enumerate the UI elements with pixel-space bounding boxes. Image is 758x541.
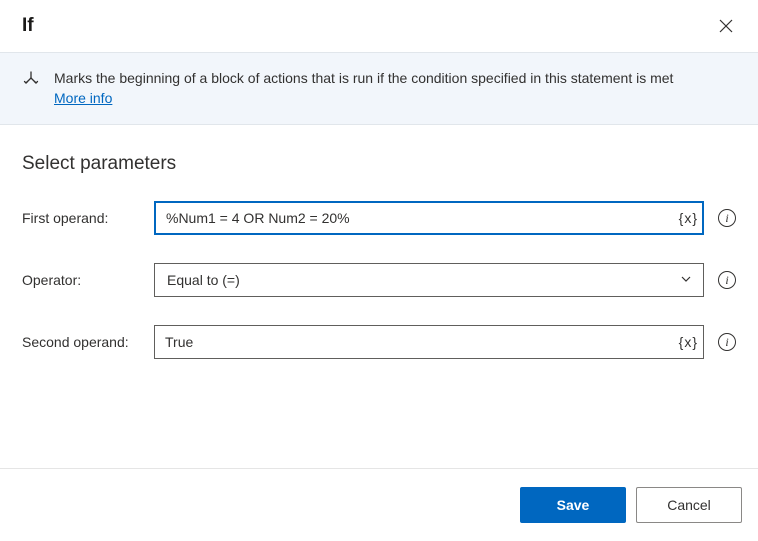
cancel-button[interactable]: Cancel (636, 487, 742, 523)
banner-text: Marks the beginning of a block of action… (54, 69, 673, 108)
variable-picker-button[interactable]: {x} (679, 210, 698, 226)
second-operand-row: Second operand: {x} i (22, 325, 736, 359)
dialog-header: If (0, 0, 758, 52)
second-operand-input[interactable] (154, 325, 704, 359)
save-button[interactable]: Save (520, 487, 626, 523)
operator-row: Operator: Equal to (=) i (22, 263, 736, 297)
variable-picker-button[interactable]: {x} (679, 334, 698, 350)
first-operand-wrapper: {x} (154, 201, 704, 235)
close-icon (718, 18, 734, 34)
second-operand-label: Second operand: (22, 334, 144, 350)
close-button[interactable] (714, 14, 738, 38)
operator-label: Operator: (22, 272, 144, 288)
more-info-link[interactable]: More info (54, 90, 112, 106)
dialog-content: Select parameters First operand: {x} i O… (0, 125, 758, 407)
operator-value: Equal to (=) (167, 272, 240, 288)
operator-select[interactable]: Equal to (=) (154, 263, 704, 297)
section-title: Select parameters (22, 153, 736, 175)
info-banner: Marks the beginning of a block of action… (0, 52, 758, 125)
dialog-title: If (22, 15, 34, 37)
info-icon[interactable]: i (718, 333, 736, 351)
first-operand-input[interactable] (154, 201, 704, 235)
second-operand-wrapper: {x} (154, 325, 704, 359)
info-icon[interactable]: i (718, 271, 736, 289)
operator-wrapper: Equal to (=) (154, 263, 704, 297)
first-operand-label: First operand: (22, 210, 144, 226)
dialog-footer: Save Cancel (0, 468, 758, 541)
branch-icon (22, 71, 40, 92)
banner-description: Marks the beginning of a block of action… (54, 70, 673, 86)
info-icon[interactable]: i (718, 209, 736, 227)
first-operand-row: First operand: {x} i (22, 201, 736, 235)
